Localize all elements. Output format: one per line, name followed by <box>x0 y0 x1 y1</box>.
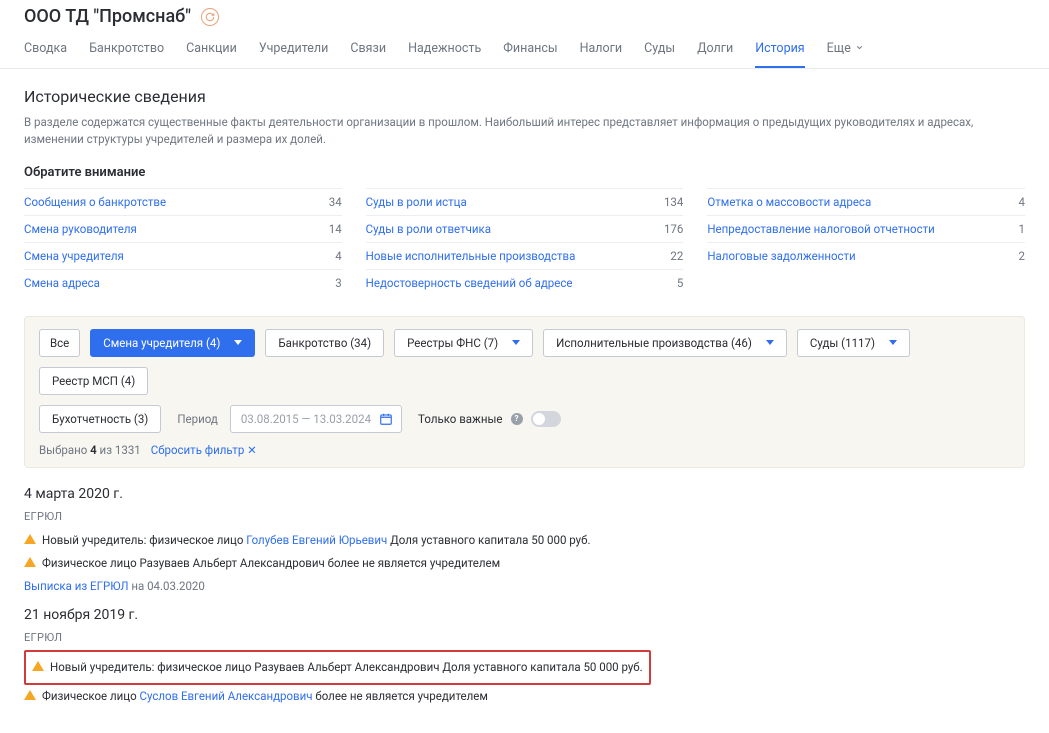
only-important-toggle[interactable]: Только важные? <box>418 411 560 427</box>
attention-link[interactable]: Суды в роли ответчика <box>366 222 491 236</box>
event-text: Физическое лицо Суслов Евгений Александр… <box>42 688 488 705</box>
only-important-label: Только важные <box>418 412 502 426</box>
attention-count: 4 <box>1019 195 1025 209</box>
filter-chip[interactable]: Исполнительные производства (46) <box>543 329 787 357</box>
attention-count: 22 <box>670 249 683 263</box>
attention-link[interactable]: Смена адреса <box>24 276 100 290</box>
warning-icon <box>24 557 36 567</box>
event-line: Физическое лицо Суслов Евгений Александр… <box>24 685 1025 708</box>
section-title: Исторические сведения <box>24 87 1025 106</box>
warning-icon <box>32 661 44 671</box>
attention-link[interactable]: Суды в роли истца <box>366 195 467 209</box>
filter-chip[interactable]: Бухотчетность (3) <box>39 405 161 433</box>
event-date: 21 ноября 2019 г. <box>24 607 1025 623</box>
event-text: Новый учредитель: физическое лицо Голубе… <box>42 532 591 549</box>
attention-row: Недостоверность сведений об адресе 5 <box>366 269 684 296</box>
attention-count: 14 <box>329 222 342 236</box>
filter-chip[interactable]: Реестры ФНС (7) <box>394 329 533 357</box>
attention-row: Суды в роли ответчика 176 <box>366 215 684 242</box>
tabs: Сводка Банкротство Санкции Учредители Связи Н… <box>0 31 1049 69</box>
attention-row: Смена руководителя 14 <box>24 215 342 242</box>
attention-row: Отметка о массовости адреса 4 <box>707 188 1025 215</box>
filter-chip[interactable]: Смена учредителя (4) <box>90 329 255 357</box>
warning-icon <box>24 534 36 544</box>
attention-count: 34 <box>329 195 342 209</box>
attention-count: 176 <box>664 222 683 236</box>
filter-chip[interactable]: Банкротство (34) <box>265 329 384 357</box>
event-text: Новый учредитель: физическое лицо Разува… <box>50 659 643 676</box>
attention-link[interactable]: Сообщения о банкротстве <box>24 195 166 209</box>
filter-panel: Все Смена учредителя (4) Банкротство (34)… <box>24 316 1025 468</box>
filter-chip[interactable]: Реестр МСП (4) <box>39 367 148 395</box>
tab-3[interactable]: Учредители <box>259 41 329 68</box>
date-range-input[interactable]: 03.08.2015 — 13.03.2024 <box>230 405 402 433</box>
tab-1[interactable]: Банкротство <box>89 41 164 68</box>
tab-0[interactable]: Сводка <box>24 41 67 68</box>
attention-count: 134 <box>664 195 683 209</box>
attention-link[interactable]: Отметка о массовости адреса <box>707 195 871 209</box>
period-label: Период <box>177 412 218 426</box>
events-list: 4 марта 2020 г. ЕГРЮЛ Новый учредитель: фи… <box>24 486 1025 709</box>
tab-10[interactable]: История <box>755 41 804 68</box>
attention-title: Обратите внимание <box>24 165 1025 180</box>
tab-2[interactable]: Санкции <box>186 41 237 68</box>
person-link[interactable]: Голубев Евгений Юрьевич <box>246 533 387 547</box>
tab-7[interactable]: Налоги <box>580 41 623 68</box>
event-line: Новый учредитель: физическое лицо Разува… <box>32 656 643 679</box>
attention-link[interactable]: Налоговые задолженности <box>707 249 855 263</box>
filter-chip[interactable]: Суды (1117) <box>797 329 910 357</box>
attention-link[interactable]: Новые исполнительные производства <box>366 249 576 263</box>
event-source: ЕГРЮЛ <box>24 510 1025 523</box>
highlighted-event: Новый учредитель: физическое лицо Разува… <box>24 650 651 685</box>
tab-9[interactable]: Долги <box>697 41 733 68</box>
attention-link[interactable]: Смена руководителя <box>24 222 137 236</box>
refresh-icon[interactable] <box>201 8 219 26</box>
attention-count: 5 <box>677 276 683 290</box>
chevron-down-icon <box>855 41 864 56</box>
calendar-icon <box>379 412 393 426</box>
attention-row: Смена адреса 3 <box>24 269 342 296</box>
attention-count: 1 <box>1019 222 1025 236</box>
tab-11[interactable]: Еще <box>827 41 864 68</box>
event-date: 4 марта 2020 г. <box>24 486 1025 502</box>
event-source: ЕГРЮЛ <box>24 631 1025 644</box>
event-text: Физическое лицо Разуваев Альберт Алексан… <box>42 555 500 572</box>
person-link[interactable]: Суслов Евгений Александрович <box>140 689 313 703</box>
event-line: Физическое лицо Разуваев Альберт Алексан… <box>24 552 1025 575</box>
attention-link[interactable]: Смена учредителя <box>24 249 124 263</box>
attention-count: 3 <box>335 276 341 290</box>
event-line: Новый учредитель: физическое лицо Голубе… <box>24 529 1025 552</box>
tab-5[interactable]: Надежность <box>408 41 481 68</box>
attention-count: 2 <box>1019 249 1025 263</box>
attention-link[interactable]: Непредоставление налоговой отчетности <box>707 222 934 236</box>
toggle-switch[interactable] <box>531 411 561 427</box>
extract-line: Выписка из ЕГРЮЛ на 04.03.2020 <box>24 579 1025 593</box>
attention-row: Сообщения о банкротстве 34 <box>24 188 342 215</box>
page-title: ООО ТД "Промснаб" <box>24 6 191 27</box>
tab-4[interactable]: Связи <box>350 41 386 68</box>
selected-count: Выбрано 4 из 1331 <box>39 443 141 457</box>
attention-row: Налоговые задолженности 2 <box>707 242 1025 269</box>
attention-row: Непредоставление налоговой отчетности 1 <box>707 215 1025 242</box>
attention-row: Новые исполнительные производства 22 <box>366 242 684 269</box>
attention-row: Смена учредителя 4 <box>24 242 342 269</box>
reset-filter-link[interactable]: Сбросить фильтр ✕ <box>151 443 257 457</box>
attention-count: 4 <box>335 249 341 263</box>
extract-link[interactable]: Выписка из ЕГРЮЛ <box>24 579 129 593</box>
attention-link[interactable]: Недостоверность сведений об адресе <box>366 276 573 290</box>
tab-8[interactable]: Суды <box>644 41 675 68</box>
tab-6[interactable]: Финансы <box>503 41 557 68</box>
attention-columns: Сообщения о банкротстве34Смена руководит… <box>24 188 1025 296</box>
warning-icon <box>24 690 36 700</box>
filter-all-button[interactable]: Все <box>39 329 80 357</box>
info-icon[interactable]: ? <box>511 413 523 425</box>
section-desc: В разделе содержатся существенные факты … <box>24 114 1025 149</box>
attention-row: Суды в роли истца 134 <box>366 188 684 215</box>
